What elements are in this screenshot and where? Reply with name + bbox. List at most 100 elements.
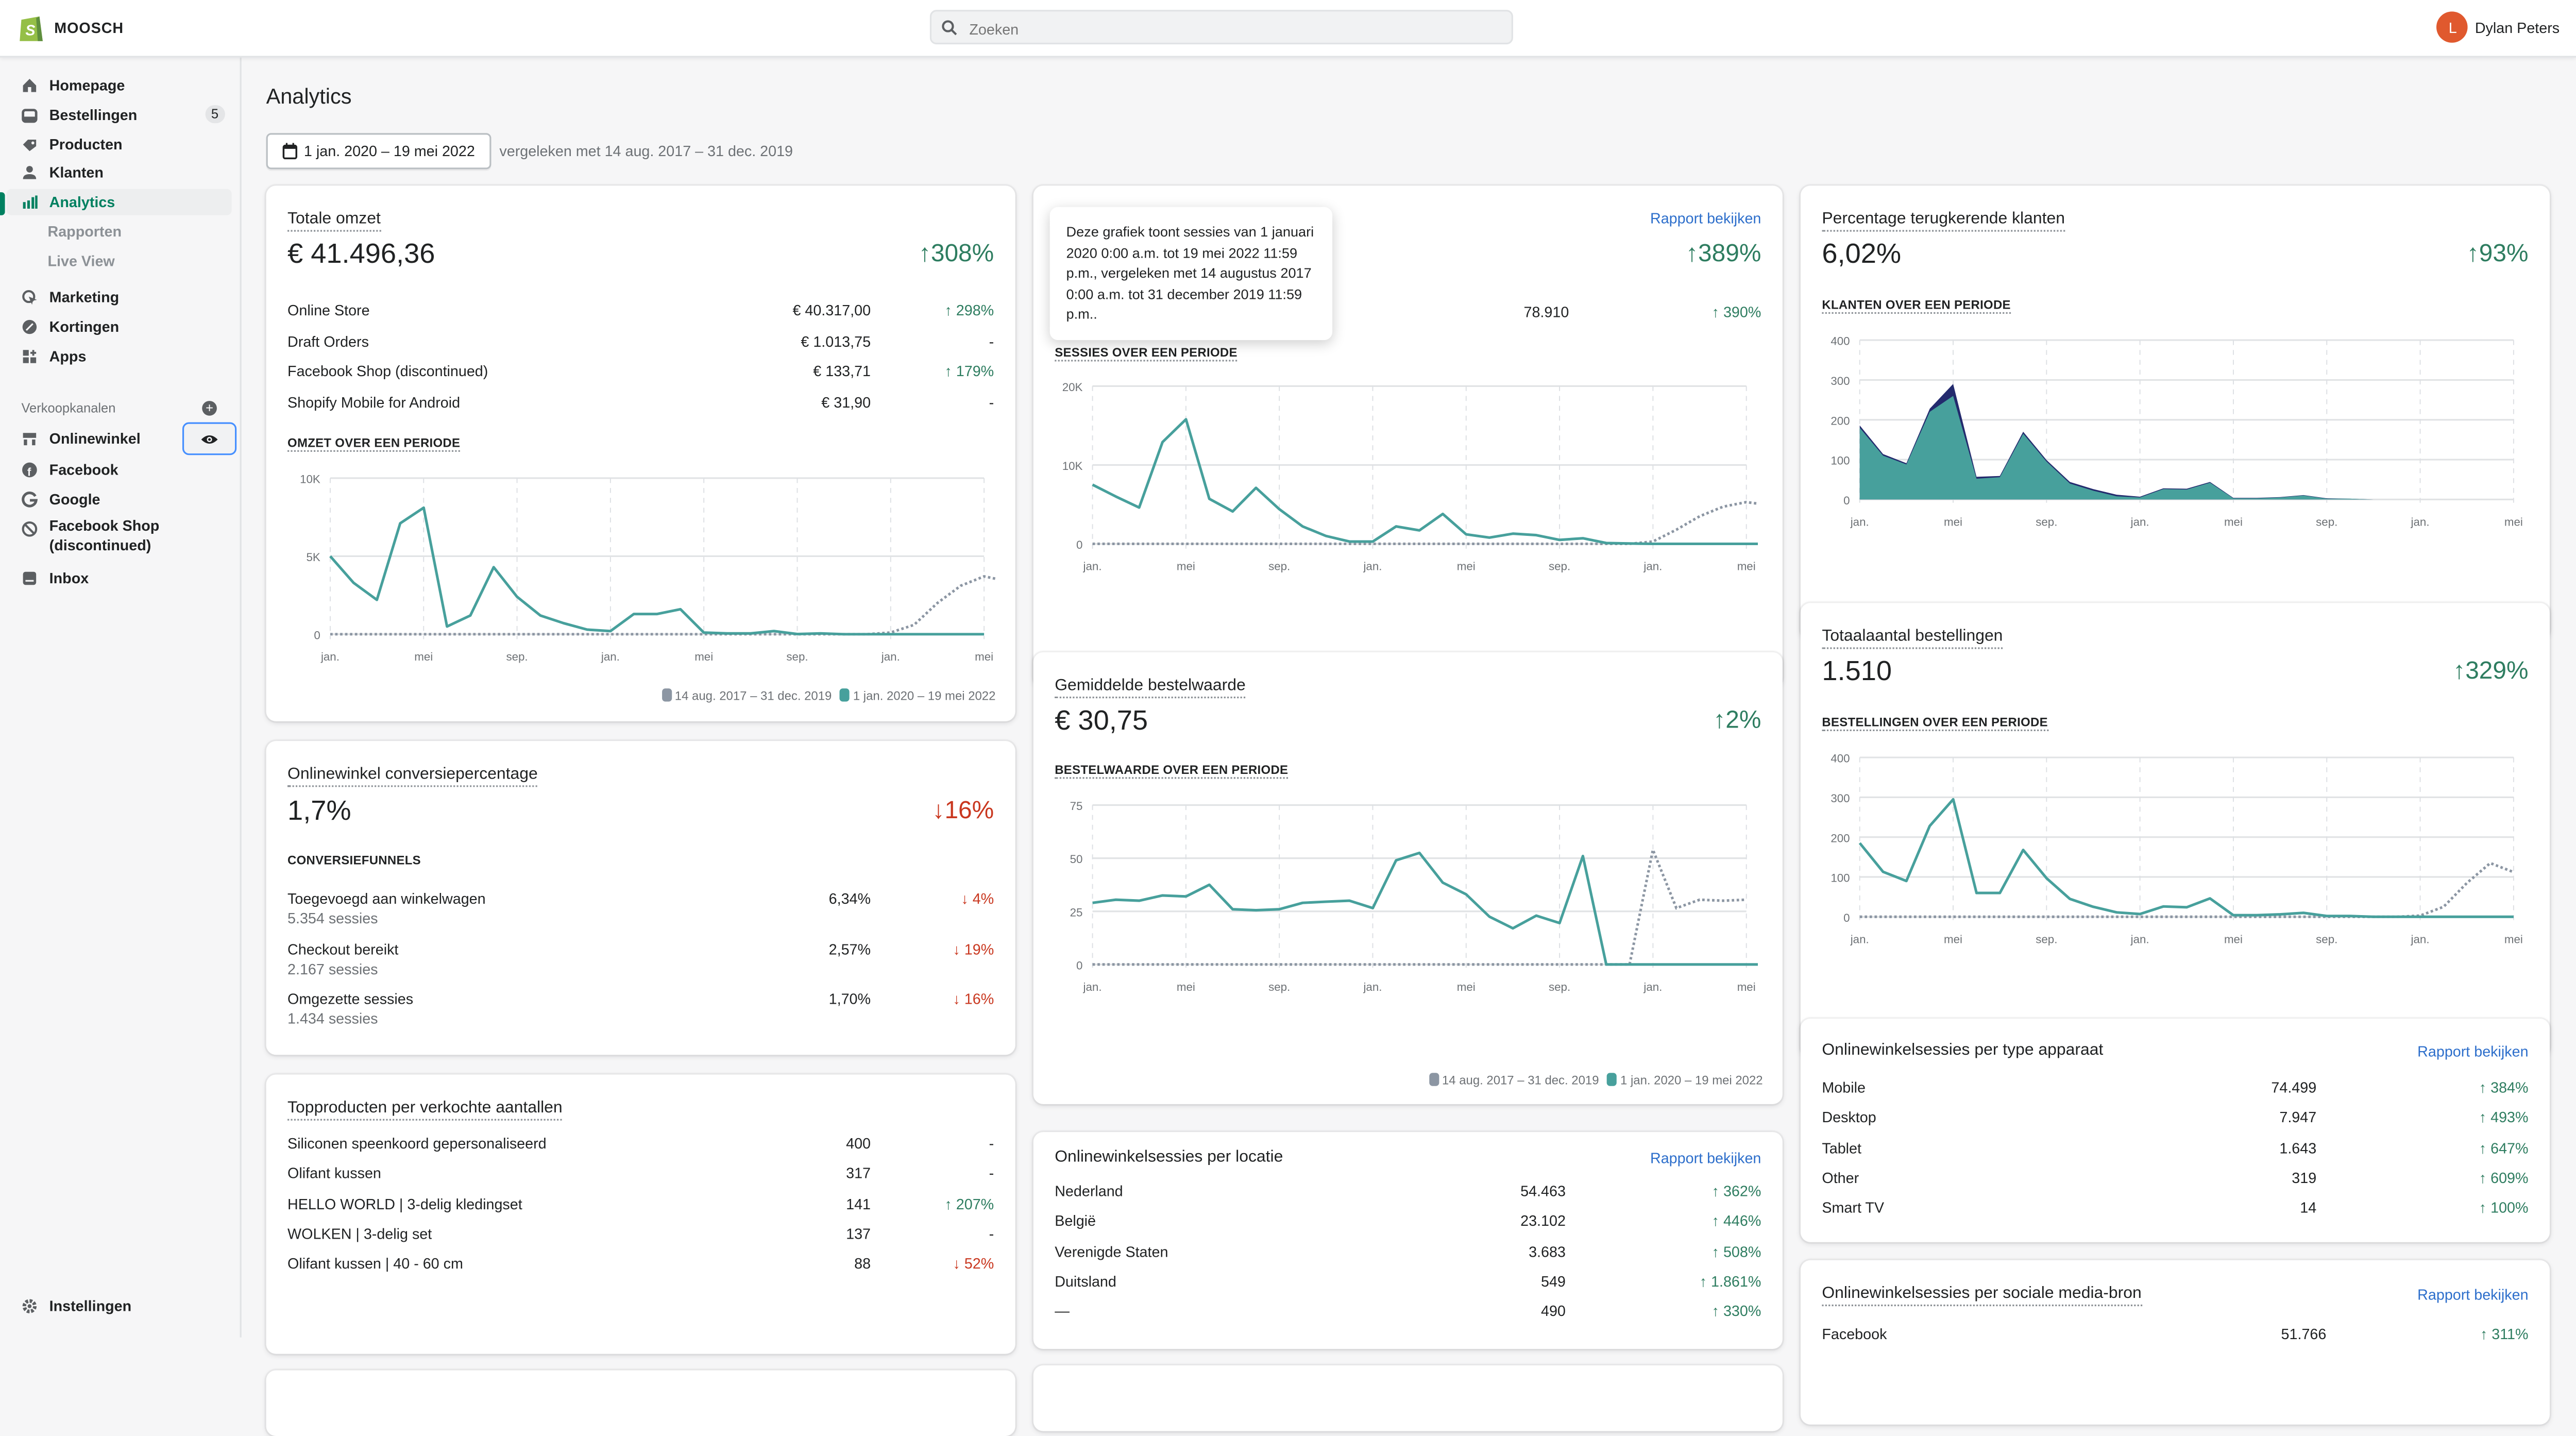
row-label[interactable]: WOLKEN | 3-delig set — [287, 1225, 432, 1242]
device-row: Smart TV 14 ↑ 100% — [1822, 1200, 2528, 1223]
search-box[interactable] — [929, 10, 1513, 45]
sidebar-item-homepage[interactable]: Homepage — [7, 72, 232, 98]
x-tick-label: mei — [2504, 515, 2523, 528]
card-title[interactable]: Onlinewinkelsessies per sociale media-br… — [1822, 1285, 2142, 1307]
series-line-current — [1858, 798, 2514, 918]
store-name[interactable]: MOOSCH — [54, 20, 124, 36]
row-label: België — [1055, 1213, 1096, 1230]
user-menu[interactable]: L Dylan Peters — [2437, 11, 2560, 43]
sidebar-item-kortingen[interactable]: Kortingen — [7, 314, 232, 340]
row-value: 549 — [1540, 1273, 1566, 1290]
row-value: 137 — [846, 1225, 871, 1242]
conversion-delta: ↓16% — [932, 797, 994, 825]
date-range-picker[interactable]: 1 jan. 2020 – 19 mei 2022 — [266, 133, 492, 170]
x-tick-label: mei — [2224, 933, 2243, 945]
row-value: € 1.013,75 — [801, 332, 871, 349]
sidebar-channel-google[interactable]: Google — [7, 486, 232, 513]
card-title[interactable]: Gemiddelde bestelwaarde — [1055, 677, 1246, 699]
returning-customers-chart: 0 100 200 300 400 jan. mei sep. jan. mei sep. jan. m… — [1831, 335, 2523, 529]
next-card — [1033, 1365, 1783, 1431]
sidebar-item-label: Marketing — [49, 289, 120, 306]
legend-item-current: 1 jan. 2020 – 19 mei 2022 — [1607, 1073, 1763, 1088]
sidebar-subitem-live-view[interactable]: Live View — [47, 253, 114, 269]
funnel-row: Omgezette sessies 1,70% ↓ 16% 1.434 sessies — [287, 991, 994, 1027]
revenue-row: Shopify Mobile for Android € 31,90 - — [287, 394, 994, 417]
avg-order-value-card: Gemiddelde bestelwaarde € 30,75 ↑2% BEST… — [1033, 652, 1783, 1104]
top-bar: S MOOSCH L Dylan Peters — [0, 0, 2576, 58]
revenue-row: Online Store € 40.317,00 ↑ 298% — [287, 302, 994, 326]
add-channel-button[interactable]: + — [202, 401, 217, 416]
sidebar-item-marketing[interactable]: Marketing — [7, 284, 232, 311]
row-label[interactable]: HELLO WORLD | 3-delig kledingset — [287, 1195, 522, 1212]
sessions-chart: 0 10K 20K jan. mei sep. jan. mei sep. jan. mei — [1062, 381, 1758, 573]
x-tick-label: sep. — [1549, 560, 1570, 573]
view-store-button[interactable] — [182, 422, 237, 455]
card-title[interactable]: Onlinewinkel conversiepercentage — [287, 766, 538, 787]
total-revenue-card: Totale omzet € 41.496,36 ↑308% Online St… — [266, 185, 1015, 721]
svg-text:S: S — [25, 23, 35, 39]
row-delta: ↑ 647% — [2479, 1139, 2529, 1156]
y-tick-label: 10K — [300, 473, 320, 486]
funnel-title: CONVERSIEFUNNELS — [287, 852, 421, 868]
card-title[interactable]: Topproducten per verkochte aantallen — [287, 1099, 563, 1121]
sidebar-item-label: Apps — [49, 348, 87, 365]
location-sessions-card: Onlinewinkelsessies per locatie Rapport … — [1033, 1132, 1783, 1349]
location-row: — 490 ↑ 330% — [1055, 1303, 1761, 1326]
row-delta: ↑ 311% — [2480, 1326, 2529, 1343]
chart-title[interactable]: SESSIES OVER EEN PERIODE — [1055, 345, 1238, 362]
x-tick-label: jan. — [1363, 560, 1382, 573]
sidebar-channel-facebook[interactable]: f Facebook — [7, 457, 232, 483]
sidebar-item-klanten[interactable]: Klanten — [7, 159, 232, 185]
legend-item-prev: 14 aug. 2017 – 31 dec. 2019 — [662, 688, 832, 703]
row-delta: - — [989, 1135, 994, 1152]
total-orders-card: Totaalaantal bestellingen 1.510 ↑329% BE… — [1800, 603, 2550, 1057]
row-label: Desktop — [1822, 1109, 1876, 1126]
x-tick-label: mei — [975, 650, 993, 663]
revenue-row: Draft Orders € 1.013,75 - — [287, 333, 994, 356]
legend-label: 1 jan. 2020 – 19 mei 2022 — [853, 688, 996, 703]
sidebar-item-analytics[interactable]: Analytics — [6, 189, 232, 215]
card-title[interactable]: Totaalaantal bestellingen — [1822, 628, 2003, 649]
view-report-link[interactable]: Rapport bekijken — [2417, 1287, 2528, 1303]
device-row: Other 319 ↑ 609% — [1822, 1170, 2528, 1193]
row-label: Tablet — [1822, 1139, 1862, 1156]
row-delta: ↑ 1.861% — [1699, 1273, 1761, 1290]
sidebar-channel-inbox[interactable]: Inbox — [7, 565, 232, 592]
aov-delta: ↑2% — [1713, 706, 1761, 735]
row-label: — — [1055, 1303, 1070, 1320]
sidebar-channel-onlinewinkel[interactable]: Onlinewinkel — [7, 426, 179, 452]
search-input[interactable] — [966, 14, 1499, 43]
chart-title[interactable]: OMZET OVER EEN PERIODE — [287, 435, 461, 452]
view-report-link[interactable]: Rapport bekijken — [2417, 1043, 2528, 1060]
sidebar-item-settings[interactable]: Instellingen — [7, 1293, 232, 1320]
sidebar-item-bestellingen[interactable]: Bestellingen 5 — [7, 102, 232, 128]
sidebar-item-label: Facebook — [49, 462, 118, 478]
x-tick-label: jan. — [1363, 981, 1382, 993]
sidebar-subitem-rapporten[interactable]: Rapporten — [47, 224, 121, 240]
returning-delta: ↑93% — [2466, 240, 2529, 268]
row-label[interactable]: Siliconen speenkoord gepersonaliseerd — [287, 1135, 547, 1152]
row-value: 319 — [2292, 1170, 2317, 1186]
row-label[interactable]: Olifant kussen | 40 - 60 cm — [287, 1256, 463, 1272]
user-name[interactable]: Dylan Peters — [2475, 19, 2560, 36]
sidebar: Homepage Bestellingen 5 Producten Klante… — [0, 57, 242, 1338]
card-title[interactable]: Percentage terugkerende klanten — [1822, 210, 2065, 232]
x-tick-label: jan. — [1850, 515, 1869, 528]
x-tick-label: sep. — [1268, 560, 1290, 573]
card-title[interactable]: Totale omzet — [287, 210, 381, 232]
sidebar-item-producten[interactable]: Producten — [7, 131, 232, 158]
sidebar-item-apps[interactable]: Apps — [7, 343, 232, 369]
chart-title[interactable]: KLANTEN OVER EEN PERIODE — [1822, 297, 2011, 314]
row-value: 1.643 — [2279, 1139, 2317, 1156]
location-row: Verenigde Staten 3.683 ↑ 508% — [1055, 1243, 1761, 1266]
device-row: Tablet 1.643 ↑ 647% — [1822, 1140, 2528, 1163]
comparison-period: vergeleken met 14 aug. 2017 – 31 dec. 20… — [499, 143, 793, 160]
chart-title[interactable]: BESTELWAARDE OVER EEN PERIODE — [1055, 763, 1289, 779]
row-value: 7.947 — [2279, 1109, 2317, 1126]
chart-title[interactable]: BESTELLINGEN OVER EEN PERIODE — [1822, 715, 2048, 732]
row-label[interactable]: Olifant kussen — [287, 1165, 381, 1182]
sidebar-channel-facebook-shop[interactable]: Facebook Shop (discontinued) — [7, 516, 232, 559]
view-report-link[interactable]: Rapport bekijken — [1650, 1150, 1761, 1167]
view-report-link[interactable]: Rapport bekijken — [1650, 210, 1761, 227]
avatar[interactable]: L — [2437, 11, 2469, 43]
